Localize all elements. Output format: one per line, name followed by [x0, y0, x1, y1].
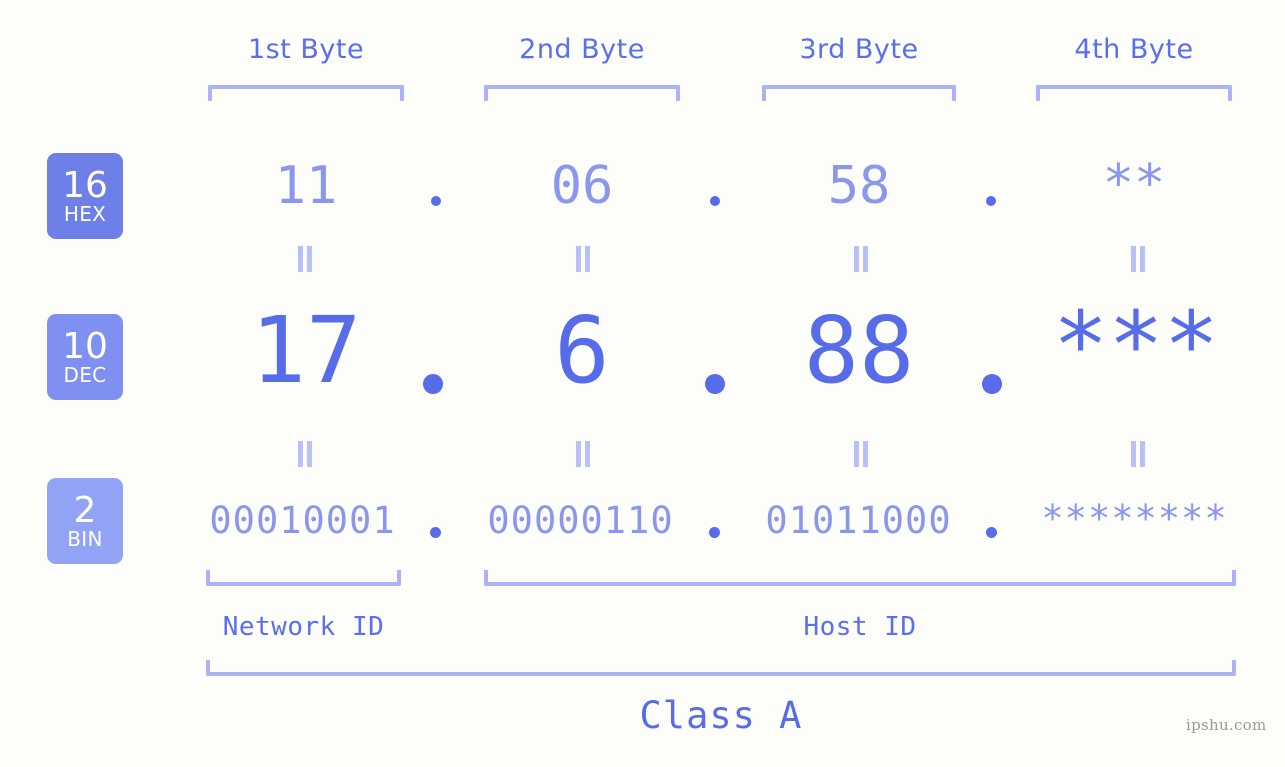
hex-separator-dot-3	[986, 196, 996, 206]
bin-value-byte-4: ********	[1041, 497, 1228, 540]
byte-bracket-1	[208, 85, 404, 101]
hex-separator-dot-1	[431, 196, 441, 206]
ip-address-breakdown-diagram: 1st Byte 2nd Byte 3rd Byte 4th Byte 16 H…	[0, 0, 1285, 767]
byte-bracket-3	[762, 85, 956, 101]
dec-separator-dot-1	[423, 374, 443, 394]
bin-value-byte-1: 00010001	[209, 499, 396, 542]
equals-icon-hex-dec-2	[573, 246, 593, 272]
equals-icon-dec-bin-2	[573, 441, 593, 467]
byte-header-label-4: 4th Byte	[1074, 34, 1194, 65]
hex-separator-dot-2	[710, 196, 720, 206]
byte-bracket-4	[1036, 85, 1232, 101]
bin-separator-dot-3	[986, 527, 997, 538]
byte-header-label-1: 1st Byte	[247, 34, 365, 65]
equals-icon-hex-dec-3	[851, 246, 871, 272]
bin-value-byte-2: 00000110	[487, 499, 674, 542]
class-label: Class A	[639, 694, 803, 737]
base-badge-bin-name: BIN	[67, 527, 103, 552]
dec-value-byte-1: 17	[250, 297, 362, 404]
hex-value-byte-4: **	[1102, 154, 1166, 214]
base-badge-hex: 16 HEX	[47, 153, 123, 239]
host-id-label: Host ID	[803, 612, 917, 642]
equals-icon-hex-dec-1	[295, 246, 315, 272]
class-bracket	[206, 660, 1236, 676]
byte-bracket-2	[484, 85, 680, 101]
byte-header-label-3: 3rd Byte	[799, 34, 919, 65]
equals-icon-hex-dec-4	[1128, 246, 1148, 272]
hex-value-byte-3: 58	[827, 156, 891, 216]
network-id-label: Network ID	[222, 612, 385, 642]
hex-value-byte-2: 06	[550, 156, 614, 216]
byte-header-label-2: 2nd Byte	[519, 34, 645, 65]
hex-value-byte-1: 11	[274, 156, 338, 216]
base-badge-hex-number: 16	[62, 164, 108, 206]
equals-icon-dec-bin-1	[295, 441, 315, 467]
base-badge-hex-name: HEX	[63, 202, 107, 227]
dec-value-byte-3: 88	[803, 297, 915, 404]
dec-separator-dot-2	[705, 374, 725, 394]
bin-separator-dot-1	[430, 527, 441, 538]
dec-separator-dot-3	[982, 374, 1002, 394]
bin-separator-dot-2	[709, 527, 720, 538]
dec-value-byte-4: ***	[1052, 292, 1220, 399]
equals-icon-dec-bin-4	[1128, 441, 1148, 467]
base-badge-bin-number: 2	[73, 489, 97, 531]
equals-icon-dec-bin-3	[851, 441, 871, 467]
base-badge-dec: 10 DEC	[47, 314, 123, 400]
base-badge-bin: 2 BIN	[47, 478, 123, 564]
dec-value-byte-2: 6	[554, 297, 610, 404]
base-badge-dec-number: 10	[62, 325, 108, 367]
bin-value-byte-3: 01011000	[765, 499, 952, 542]
host-id-bracket	[484, 570, 1236, 586]
network-id-bracket	[206, 570, 401, 586]
watermark: ipshu.com	[1186, 716, 1267, 734]
base-badge-dec-name: DEC	[63, 363, 107, 388]
